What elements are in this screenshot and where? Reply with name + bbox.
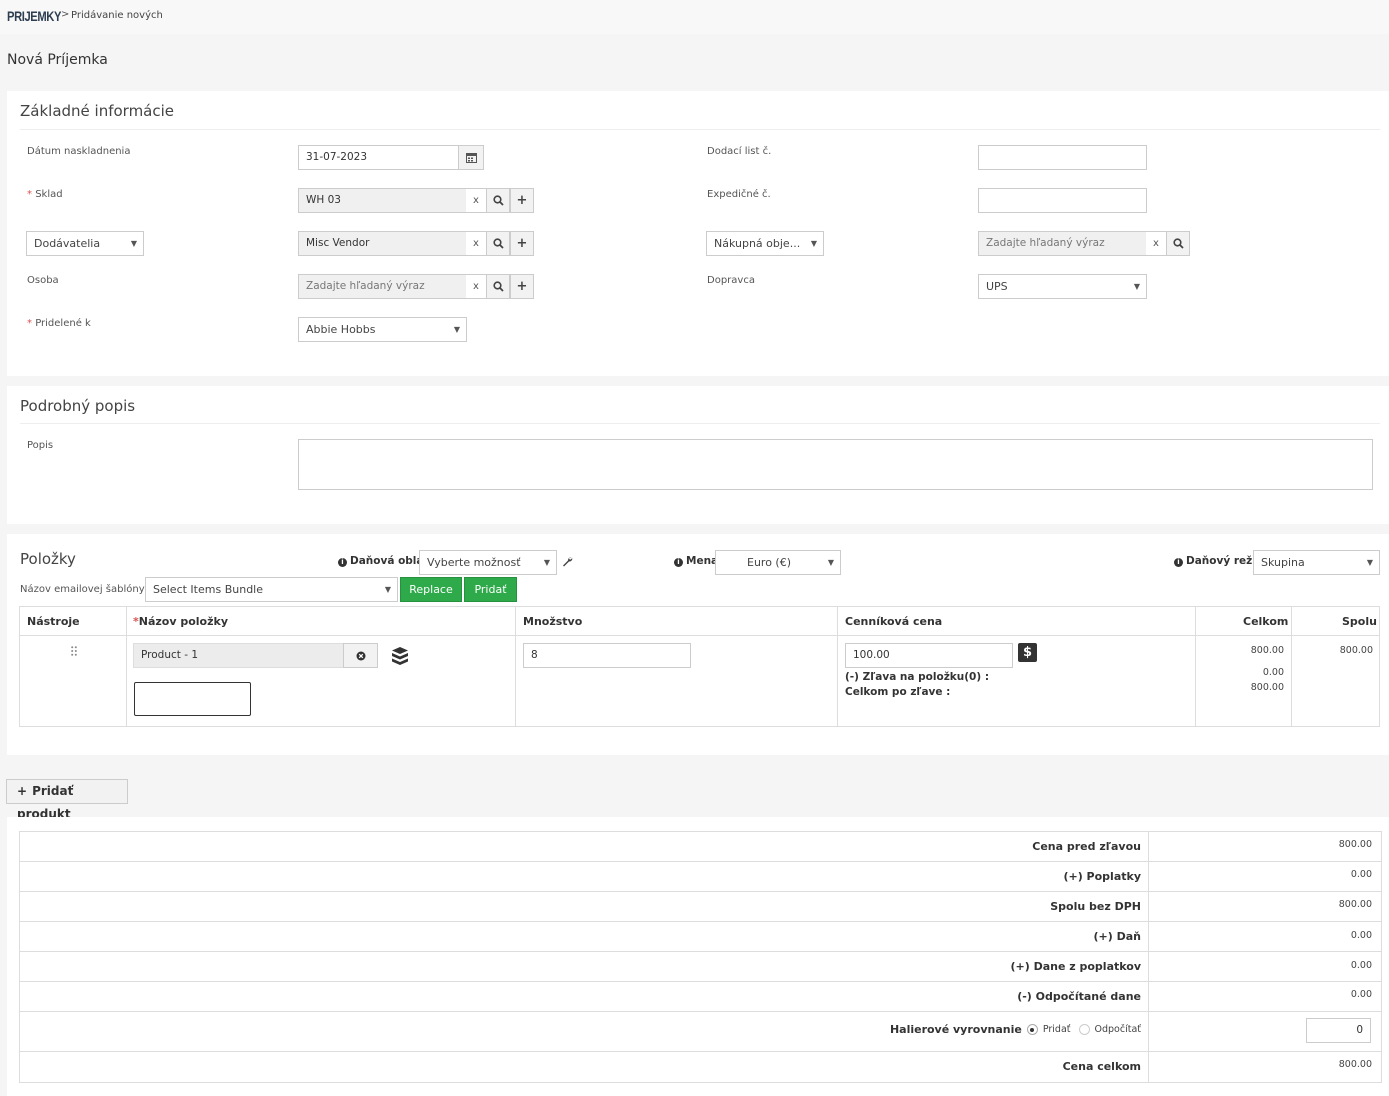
summary-charges-label[interactable]: (+) Poplatky xyxy=(1063,870,1141,883)
col-net: Spolu xyxy=(1342,615,1377,628)
rounding-label: Halierové vyrovnanie xyxy=(889,1023,1022,1036)
warehouse-search-icon[interactable] xyxy=(486,188,510,213)
product-comment-textarea[interactable] xyxy=(134,682,251,716)
vendor-clear-button[interactable]: x xyxy=(466,231,486,256)
plus-icon: + xyxy=(17,784,28,798)
rounding-sub-radio[interactable] xyxy=(1078,1024,1090,1035)
assigned-select[interactable]: Abbie Hobbs ▼ xyxy=(298,317,467,342)
shipping-no-input[interactable] xyxy=(978,188,1147,213)
summary-panel: Cena pred zľavou 800.00 (+) Poplatky 0.0… xyxy=(7,817,1389,1096)
add-product-button[interactable]: + Pridať produkt xyxy=(6,779,128,821)
currency-label: i Mena xyxy=(674,555,718,567)
vendor-add-icon[interactable]: + xyxy=(510,231,534,256)
basic-info-panel: Základné informácie Dátum naskladnenia 3… xyxy=(7,91,1389,376)
vendor-search-icon[interactable] xyxy=(486,231,510,256)
description-panel: Podrobný popis Popis xyxy=(7,386,1389,524)
col-name: *Názov položky xyxy=(133,615,229,628)
after-discount-label: Celkom po zľave : xyxy=(845,686,951,698)
summary-charge-tax-value: 0.00 xyxy=(1350,960,1372,971)
add-bundle-button[interactable]: Pridať xyxy=(464,577,517,602)
summary-charges-value: 0.00 xyxy=(1350,869,1372,880)
breadcrumb-current: Pridávanie nových xyxy=(71,10,163,21)
summary-tax-value: 0.00 xyxy=(1350,930,1372,941)
page-title: Nová Príjemka xyxy=(7,52,108,68)
calendar-icon[interactable] xyxy=(458,145,484,170)
purchase-order-clear-button[interactable]: x xyxy=(1146,231,1166,256)
row-total: 800.00 xyxy=(1250,645,1284,656)
info-icon: i xyxy=(674,558,683,567)
summary-subtotal-value: 800.00 xyxy=(1338,839,1372,850)
template-label: Názov emailovej šablóny: xyxy=(20,584,148,595)
date-label: Dátum naskladnenia xyxy=(27,146,131,157)
price-book-icon[interactable]: $ xyxy=(1018,643,1037,662)
breadcrumb: PRIJEMKY > Pridávanie nových xyxy=(0,0,1389,34)
vendor-input[interactable]: Misc Vendor xyxy=(298,231,467,256)
col-tools: Nástroje xyxy=(27,615,80,628)
currency-select[interactable]: Euro (€) ▼ xyxy=(715,550,841,575)
replace-button[interactable]: Replace xyxy=(400,577,462,602)
person-add-icon[interactable]: + xyxy=(510,274,534,299)
product-clear-icon[interactable] xyxy=(343,643,378,668)
breadcrumb-root[interactable]: PRIJEMKY xyxy=(7,8,61,24)
rounding-add-radio[interactable] xyxy=(1026,1024,1038,1035)
carrier-label: Dopravca xyxy=(707,275,755,286)
product-input[interactable]: Product - 1 xyxy=(133,643,344,668)
price-input[interactable]: 100.00 xyxy=(845,643,1013,668)
summary-charge-tax-label[interactable]: (+) Dane z poplatkov xyxy=(1010,960,1141,973)
carrier-select[interactable]: UPS ▼ xyxy=(978,274,1147,299)
bundle-select[interactable]: Select Items Bundle ▼ xyxy=(145,577,398,602)
summary-subtotal-label: Cena pred zľavou xyxy=(1032,840,1141,853)
col-qty: Množstvo xyxy=(523,615,583,628)
breadcrumb-separator: > xyxy=(61,9,70,20)
row-net: 800.00 xyxy=(1339,645,1373,656)
person-input[interactable]: Zadajte hľadaný výraz xyxy=(298,274,467,299)
tax-mode-select[interactable]: Skupina ▼ xyxy=(1253,550,1380,575)
summary-tax-label[interactable]: (+) Daň xyxy=(1094,930,1142,943)
delivery-note-input[interactable] xyxy=(978,145,1147,170)
purchase-order-input[interactable]: Zadajte hľadaný výraz xyxy=(978,231,1147,256)
warehouse-add-icon[interactable]: + xyxy=(510,188,534,213)
summary-grand-total-value: 800.00 xyxy=(1338,1059,1372,1070)
summary-net-label: Spolu bez DPH xyxy=(1050,900,1141,913)
warehouse-clear-button[interactable]: x xyxy=(466,188,486,213)
summary-grand-total-label: Cena celkom xyxy=(1062,1060,1141,1073)
cubes-icon[interactable] xyxy=(390,646,410,669)
items-panel: Položky i Daňová oblasť Vyberte možnosť ▼ … xyxy=(7,534,1389,755)
info-icon: i xyxy=(1174,558,1183,567)
col-price: Cenníková cena xyxy=(845,615,943,628)
person-clear-button[interactable]: x xyxy=(466,274,486,299)
discount-label[interactable]: (-) Zľava na položku(0) : xyxy=(845,671,989,683)
items-title: Položky xyxy=(20,550,76,568)
row-after-discount: 800.00 xyxy=(1250,682,1284,693)
purchase-order-search-icon[interactable] xyxy=(1166,231,1190,256)
shipping-no-label: Expedičné č. xyxy=(707,189,771,200)
person-label: Osoba xyxy=(27,275,59,286)
warehouse-input[interactable]: WH 03 xyxy=(298,188,467,213)
rounding-sub-label: Odpočítať xyxy=(1094,1024,1141,1035)
basic-info-title: Základné informácie xyxy=(20,102,175,120)
summary-deducted-tax-label[interactable]: (-) Odpočítané dane xyxy=(1017,990,1141,1003)
warehouse-label: * Sklad xyxy=(27,189,63,200)
purchase-order-select[interactable]: Nákupná obje... ▼ xyxy=(706,231,824,256)
tax-area-select[interactable]: Vyberte možnosť ▼ xyxy=(419,550,557,575)
summary-deducted-tax-value: 0.00 xyxy=(1350,989,1372,1000)
rounding-row: Halierové vyrovnanie Pridať Odpočítať xyxy=(890,1023,1141,1036)
wrench-icon[interactable] xyxy=(562,556,573,570)
description-textarea[interactable] xyxy=(298,439,1373,490)
qty-input[interactable]: 8 xyxy=(523,643,691,668)
drag-handle-icon[interactable] xyxy=(71,646,77,659)
date-input[interactable]: 31-07-2023 xyxy=(298,145,459,170)
assigned-label: * Pridelené k xyxy=(27,318,91,329)
rounding-add-label: Pridať xyxy=(1042,1024,1071,1035)
vendor-type-select[interactable]: Dodávatelia ▼ xyxy=(26,231,144,256)
description-title: Podrobný popis xyxy=(20,397,136,415)
col-total: Celkom xyxy=(1243,615,1289,628)
rounding-input[interactable]: 0 xyxy=(1306,1018,1371,1043)
person-search-icon[interactable] xyxy=(486,274,510,299)
delivery-note-label: Dodací list č. xyxy=(707,146,772,157)
summary-net-value: 800.00 xyxy=(1338,899,1372,910)
row-discount: 0.00 xyxy=(1262,667,1284,678)
info-icon: i xyxy=(338,558,347,567)
description-label: Popis xyxy=(27,440,54,451)
